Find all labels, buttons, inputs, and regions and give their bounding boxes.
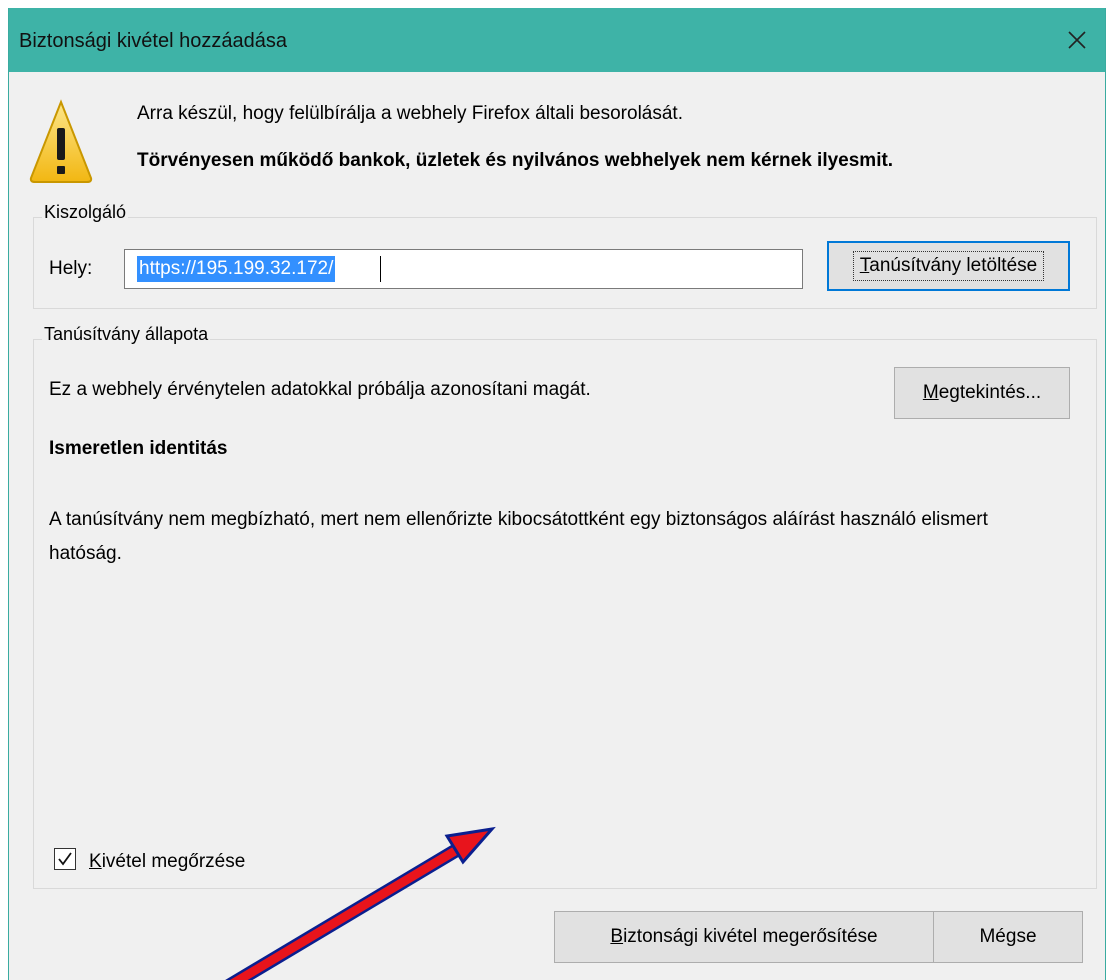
text-caret [380,256,381,282]
certificate-status-message: Ez a webhely érvénytelen adatokkal próbá… [49,379,591,400]
close-icon [1068,31,1086,49]
confirm-exception-label: Biztonsági kivétel megerősítése [610,926,878,947]
download-certificate-button[interactable]: Tanúsítvány letöltése [827,241,1070,291]
confirm-exception-button[interactable]: Biztonsági kivétel megerősítése [554,911,934,963]
certificate-status-group [33,339,1097,889]
window-title: Biztonsági kivétel hozzáadása [19,30,287,52]
view-certificate-label: Megtekintés... [922,382,1042,403]
keep-exception-label[interactable]: Kivétel megőrzése [89,851,245,873]
checkmark-icon [58,852,72,866]
warning-text: Arra készül, hogy felülbírálja a webhely… [137,103,683,124]
security-exception-dialog: Biztonsági kivétel hozzáadása Arra készü… [8,8,1106,980]
identity-title: Ismeretlen identitás [49,438,228,459]
location-input-value: https://195.199.32.172/ [137,256,336,282]
cancel-button[interactable]: Mégse [933,911,1083,963]
warning-emphasis-text: Törvényesen működő bankok, üzletek és ny… [137,150,894,171]
keep-exception-checkbox[interactable] [54,848,76,870]
close-button[interactable] [1049,8,1105,72]
warning-icon [29,99,93,183]
view-certificate-button[interactable]: Megtekintés... [894,367,1070,419]
title-bar[interactable]: Biztonsági kivétel hozzáadása [9,8,1105,72]
location-input[interactable]: https://195.199.32.172/ [124,249,803,289]
certificate-status-legend: Tanúsítvány állapota [42,324,211,345]
download-certificate-label: Tanúsítvány letöltése [852,251,1045,281]
location-label: Hely: [49,258,93,279]
server-group-legend: Kiszolgáló [42,202,129,223]
identity-description: A tanúsítvány nem megbízható, mert nem e… [49,509,988,564]
